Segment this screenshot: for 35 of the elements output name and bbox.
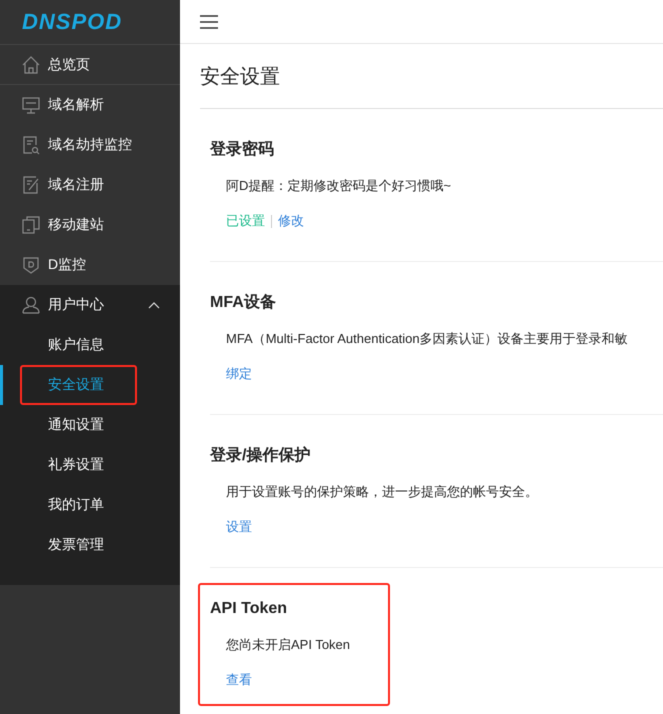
sidebar-item[interactable]: 账户信息 (48, 336, 104, 354)
caret-icon[interactable] (148, 301, 160, 309)
home-icon (21, 54, 41, 74)
sidebar-item[interactable]: 发票管理 (48, 536, 104, 554)
section-description: 您尚未开启API Token (226, 636, 352, 654)
sidebar-item[interactable]: 用户中心 (0, 285, 180, 325)
section-description: 用于设置账号的保护策略，进一步提高您的帐号安全。 (226, 483, 539, 501)
action-link[interactable]: 绑定 (226, 364, 252, 384)
sidebar-item[interactable]: 域名解析 (0, 85, 180, 125)
menu-icon[interactable] (200, 14, 218, 28)
document-search-icon (21, 135, 41, 155)
sidebar-item[interactable]: 我的订单 (48, 496, 104, 514)
sidebar-item[interactable]: 域名劫持监控 (0, 125, 180, 165)
section-description: 阿D提醒：定期修改密码是个好习惯哦~ (226, 177, 452, 195)
window-icon (21, 215, 41, 235)
section-title: 登录密码 (210, 139, 275, 160)
action-link[interactable]: 设置 (226, 517, 252, 537)
sidebar-item[interactable]: D监控 (0, 245, 180, 285)
page-title: 安全设置 (200, 44, 663, 109)
section-title: MFA设备 (210, 292, 277, 313)
sidebar-item[interactable]: 域名注册 (0, 165, 180, 205)
sidebar-item[interactable]: 通知设置 (48, 416, 104, 434)
shield-icon (21, 255, 41, 275)
action-link[interactable]: 查看 (226, 670, 252, 690)
user-icon (21, 295, 41, 315)
sidebar-item[interactable]: 移动建站 (0, 205, 180, 245)
section-title: API Token (210, 599, 288, 619)
section-title: 登录/操作保护 (210, 445, 312, 466)
monitor-icon (21, 95, 41, 115)
sidebar-item[interactable]: 安全设置 (48, 376, 104, 394)
action-link[interactable]: 修改 (278, 211, 304, 231)
document-edit-icon (21, 175, 41, 195)
logo[interactable]: DNSPOD (22, 9, 122, 35)
section-description: MFA（Multi-Factor Authentication多因素认证）设备主要用于登录和敏 (226, 330, 629, 348)
sidebar-item[interactable]: 礼券设置 (48, 456, 104, 474)
